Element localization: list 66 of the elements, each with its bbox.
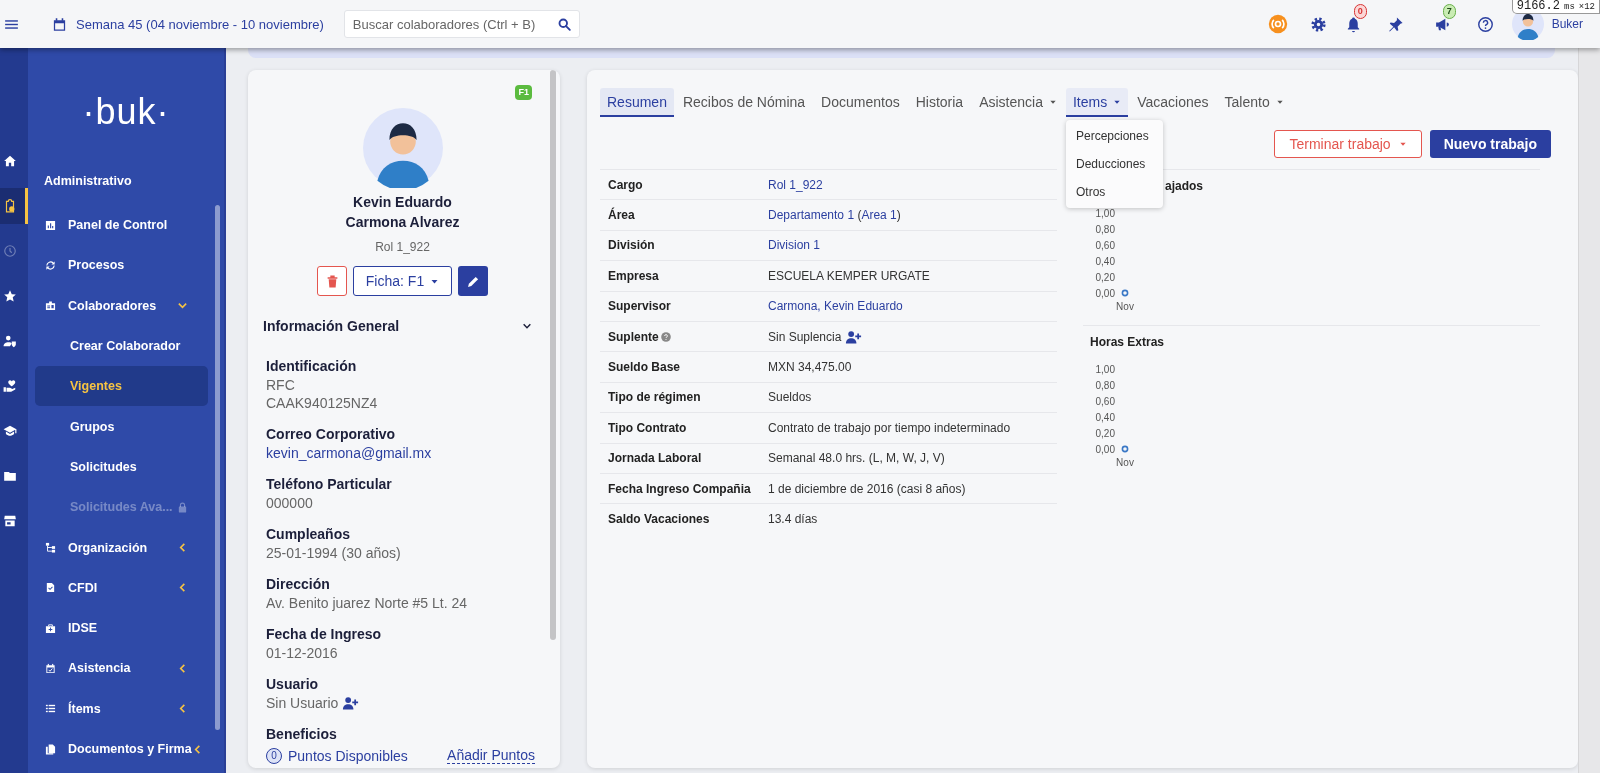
row-value: 1 de diciembre de 2016 (casi 8 años) xyxy=(768,481,966,496)
row-label: Supervisor xyxy=(608,299,672,314)
field-value: CAAK940125NZ4 xyxy=(266,394,379,412)
row-label: Tipo de régimen xyxy=(608,390,702,405)
employee-name: Kevin Eduardo xyxy=(353,193,452,212)
field-value: 01-12-2016 xyxy=(266,644,339,662)
row-label: Suplente xyxy=(608,329,659,344)
row-value: ESCUELA KEMPER URGATE xyxy=(768,268,930,283)
field-label: Identificación xyxy=(266,357,358,376)
field-label: Teléfono Particular xyxy=(266,475,393,494)
row-value: Sin Suplencia xyxy=(768,329,842,344)
row-label: Tipo Contrato xyxy=(608,420,688,435)
tick-label: 0,00 xyxy=(1095,443,1115,455)
field-label: Correo Corporativo xyxy=(266,425,397,444)
section-title: Información General xyxy=(263,317,400,336)
tick-label: 0,60 xyxy=(1095,239,1115,251)
category-label: Nov xyxy=(1116,301,1134,312)
section-title: Administrativo xyxy=(44,173,133,190)
field-label: Fecha de Ingreso xyxy=(266,625,383,644)
employee-name: Carmona Alvarez xyxy=(345,213,460,232)
field-value: 25-01-1994 (30 años) xyxy=(266,544,402,562)
sheet-badge: F1 xyxy=(515,85,532,100)
tick-label: 0,80 xyxy=(1095,223,1115,235)
count-badge: 0 xyxy=(1353,4,1367,19)
row-value: Contrato de trabajo por tiempo indeterminado xyxy=(768,420,1011,435)
field-label: Cumpleaños xyxy=(266,525,351,544)
timing-unit: ms xyxy=(1564,1,1575,14)
row-value: ( xyxy=(856,208,862,223)
row-value: Semanal 48.0 hrs. (L, M, W, J, V) xyxy=(768,451,945,466)
tick-label: 1,00 xyxy=(1095,207,1115,219)
field-value: 000000 xyxy=(266,494,314,512)
field-value: Av. Benito juarez Norte #5 Lt. 24 xyxy=(266,594,469,612)
points-count: 0 xyxy=(266,747,282,764)
row-label: Saldo Vacaciones xyxy=(608,512,711,526)
chart-title: Horas Extras xyxy=(1089,334,1165,351)
row-label: Cargo xyxy=(608,177,644,192)
timing-count: ×12 xyxy=(1578,1,1595,14)
row-value: 13.4 días xyxy=(768,512,818,526)
row-label: División xyxy=(608,238,656,253)
row-label: Jornada Laboral xyxy=(608,451,703,466)
row-label: Empresa xyxy=(608,268,660,283)
category-label: Nov xyxy=(1116,457,1134,468)
field-value: RFC xyxy=(266,376,296,394)
tick-label: 0,20 xyxy=(1095,271,1115,283)
field-label: Usuario xyxy=(266,675,320,694)
tick-label: 0,60 xyxy=(1095,395,1115,407)
tick-label: 0,80 xyxy=(1095,379,1115,391)
row-label: Área xyxy=(608,208,636,223)
count-badge: 7 xyxy=(1442,4,1456,19)
chart-title: ajados xyxy=(1165,178,1203,195)
row-value: MXN 34,475.00 xyxy=(768,360,852,375)
row-label: Sueldo Base xyxy=(608,360,682,375)
logo: ·buk· xyxy=(81,92,171,132)
tick-label: 0,20 xyxy=(1095,427,1115,439)
field-value: Sin Usuario xyxy=(266,694,339,712)
field-label: Beneficios xyxy=(266,725,338,744)
tick-label: 1,00 xyxy=(1095,363,1115,375)
timing-value: 9166.2 xyxy=(1516,0,1560,13)
tick-label: 0,40 xyxy=(1095,255,1115,267)
field-label: Dirección xyxy=(266,575,331,594)
row-value: Sueldos xyxy=(768,390,812,405)
tick-label: 0,40 xyxy=(1095,411,1115,423)
row-value: ) xyxy=(896,208,901,223)
row-label: Fecha Ingreso Compañia xyxy=(608,481,752,496)
employee-role: Rol 1_922 xyxy=(374,239,431,255)
tick-label: 0,00 xyxy=(1095,287,1115,299)
